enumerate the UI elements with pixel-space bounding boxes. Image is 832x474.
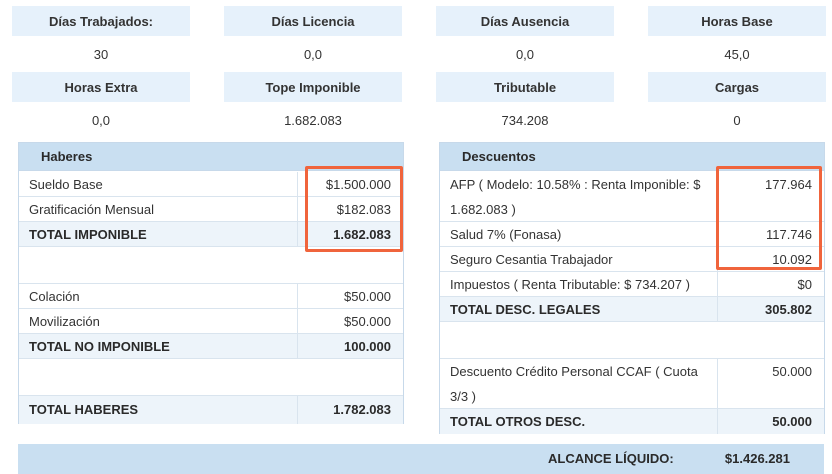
alcance-liquido-bar: ALCANCE LÍQUIDO: $1.426.281 bbox=[18, 444, 824, 474]
tributable-value: 734.208 bbox=[501, 112, 549, 128]
colacion-row: Colación $50.000 bbox=[19, 284, 403, 309]
alcance-liquido-label: ALCANCE LÍQUIDO: bbox=[548, 451, 674, 466]
seguro-cesantia-label: Seguro Cesantia Trabajador bbox=[440, 247, 718, 271]
descuentos-spacer-row bbox=[440, 322, 824, 359]
gratificacion-label: Gratificación Mensual bbox=[19, 197, 298, 221]
total-no-imponible-row: TOTAL NO IMPONIBLE 100.000 bbox=[19, 334, 403, 359]
credito-ccaf-label: Descuento Crédito Personal CCAF ( Cuota 3… bbox=[440, 359, 718, 408]
sueldo-base-label: Sueldo Base bbox=[19, 172, 298, 196]
credito-ccaf-row: Descuento Crédito Personal CCAF ( Cuota 3… bbox=[440, 359, 824, 409]
alcance-liquido-amount: $1.426.281 bbox=[724, 451, 790, 466]
salud-label: Salud 7% (Fonasa) bbox=[440, 222, 718, 246]
total-imponible-label: TOTAL IMPONIBLE bbox=[19, 222, 298, 246]
tributable-header: Tributable bbox=[436, 72, 614, 102]
sueldo-base-row: Sueldo Base $1.500.000 bbox=[19, 172, 403, 197]
salud-amount: 117.746 bbox=[765, 227, 812, 242]
cargas-value: 0 bbox=[733, 112, 741, 128]
total-haberes-label: TOTAL HABERES bbox=[19, 396, 298, 424]
movilizacion-amount: $50.000 bbox=[344, 314, 391, 329]
haberes-title: Haberes bbox=[19, 143, 403, 171]
dias-ausencia-value: 0,0 bbox=[515, 46, 535, 62]
sueldo-base-amount: $1.500.000 bbox=[325, 177, 391, 192]
seguro-cesantia-row: Seguro Cesantia Trabajador 10.092 bbox=[440, 247, 824, 272]
total-haberes-row: TOTAL HABERES 1.782.083 bbox=[19, 396, 403, 424]
descuentos-panel: Descuentos AFP ( Modelo: 10.58% : Renta … bbox=[439, 142, 825, 434]
credito-ccaf-amount: 50.000 bbox=[772, 364, 812, 379]
tope-imponible-header: Tope Imponible bbox=[224, 72, 402, 102]
haberes-spacer-row-2 bbox=[19, 359, 403, 396]
colacion-label: Colación bbox=[19, 284, 298, 308]
horas-base-value: 45,0 bbox=[724, 46, 750, 62]
dias-licencia-header: Días Licencia bbox=[224, 6, 402, 36]
descuentos-title: Descuentos bbox=[440, 143, 824, 171]
movilizacion-row: Movilización $50.000 bbox=[19, 309, 403, 334]
dias-licencia-value: 0,0 bbox=[303, 46, 323, 62]
impuestos-row: Impuestos ( Renta Tributable: $ 734.207 … bbox=[440, 272, 824, 297]
dias-trabajados-header: Días Trabajados: bbox=[12, 6, 190, 36]
total-imponible-row: TOTAL IMPONIBLE 1.682.083 bbox=[19, 222, 403, 247]
total-otros-desc-label: TOTAL OTROS DESC. bbox=[440, 409, 718, 434]
gratificacion-row: Gratificación Mensual $182.083 bbox=[19, 197, 403, 222]
movilizacion-label: Movilización bbox=[19, 309, 298, 333]
dias-ausencia-header: Días Ausencia bbox=[436, 6, 614, 36]
tope-imponible-value: 1.682.083 bbox=[284, 112, 342, 128]
impuestos-amount: $0 bbox=[797, 277, 812, 292]
cargas-header: Cargas bbox=[648, 72, 826, 102]
horas-base-header: Horas Base bbox=[648, 6, 826, 36]
total-desc-legales-amount: 305.802 bbox=[765, 302, 812, 317]
total-otros-desc-row: TOTAL OTROS DESC. 50.000 bbox=[440, 409, 824, 434]
horas-extra-value: 0,0 bbox=[91, 112, 111, 128]
colacion-amount: $50.000 bbox=[344, 289, 391, 304]
afp-label: AFP ( Modelo: 10.58% : Renta Imponible: … bbox=[440, 172, 718, 221]
afp-row: AFP ( Modelo: 10.58% : Renta Imponible: … bbox=[440, 172, 824, 222]
impuestos-label: Impuestos ( Renta Tributable: $ 734.207 … bbox=[440, 272, 718, 296]
total-desc-legales-row: TOTAL DESC. LEGALES 305.802 bbox=[440, 297, 824, 322]
gratificacion-amount: $182.083 bbox=[336, 202, 391, 217]
dias-trabajados-value: 30 bbox=[93, 46, 109, 62]
haberes-spacer-row bbox=[19, 247, 403, 284]
afp-amount: 177.964 bbox=[765, 177, 812, 192]
seguro-cesantia-amount: 10.092 bbox=[772, 252, 812, 267]
total-no-imponible-amount: 100.000 bbox=[344, 339, 391, 354]
haberes-panel: Haberes Sueldo Base $1.500.000 Gratifica… bbox=[18, 142, 404, 424]
salud-row: Salud 7% (Fonasa) 117.746 bbox=[440, 222, 824, 247]
total-otros-desc-amount: 50.000 bbox=[772, 414, 812, 429]
horas-extra-header: Horas Extra bbox=[12, 72, 190, 102]
total-desc-legales-label: TOTAL DESC. LEGALES bbox=[440, 297, 718, 321]
total-haberes-amount: 1.782.083 bbox=[333, 402, 391, 417]
total-imponible-amount: 1.682.083 bbox=[333, 227, 391, 242]
total-no-imponible-label: TOTAL NO IMPONIBLE bbox=[19, 334, 298, 358]
